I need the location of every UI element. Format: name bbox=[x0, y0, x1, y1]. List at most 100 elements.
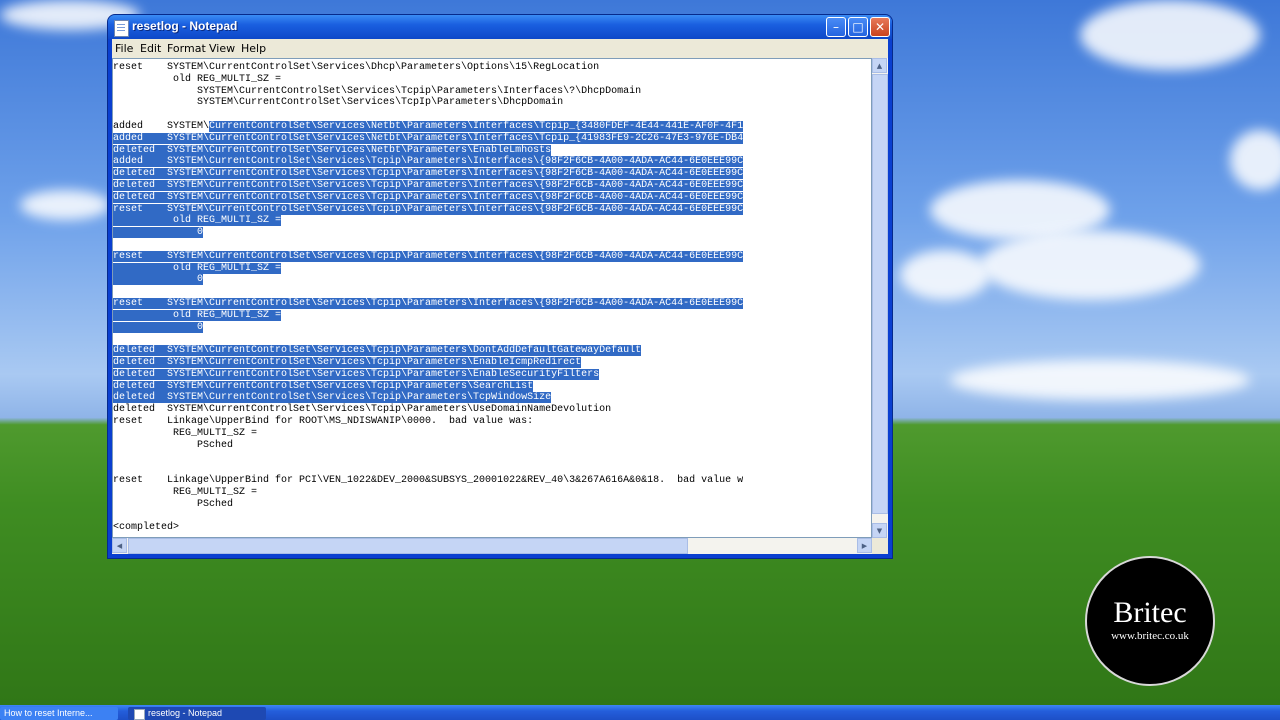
text-line: REG_MULTI_SZ = bbox=[113, 487, 257, 499]
text-line: old REG_MULTI_SZ = bbox=[113, 215, 282, 227]
minimize-button[interactable]: – bbox=[826, 17, 846, 37]
horizontal-scrollbar[interactable]: ◀ ▶ bbox=[112, 538, 872, 554]
logo-url: www.britec.co.uk bbox=[1111, 630, 1189, 642]
text-line-plain: added SYSTEM\ bbox=[113, 121, 210, 132]
text-line: deleted SYSTEM\CurrentControlSet\Service… bbox=[113, 392, 552, 404]
text-line: reset SYSTEM\CurrentControlSet\Services\… bbox=[113, 203, 744, 216]
desktop-cloud bbox=[1230, 130, 1280, 190]
desktop-cloud bbox=[1080, 0, 1260, 70]
vertical-scroll-thumb[interactable] bbox=[872, 74, 888, 514]
desktop-cloud bbox=[20, 190, 110, 220]
text-line-selected: deleted SYSTEM\CurrentControlSet\Service… bbox=[113, 180, 744, 191]
scroll-left-icon[interactable]: ◀ bbox=[112, 538, 127, 553]
text-line: 0 bbox=[113, 321, 204, 334]
text-line-plain: PSched bbox=[113, 439, 234, 451]
horizontal-scroll-thumb[interactable] bbox=[128, 538, 688, 554]
text-line: REG_MULTI_SZ = bbox=[113, 428, 257, 440]
text-line-selected: added SYSTEM\CurrentControlSet\Services\… bbox=[113, 156, 744, 168]
menu-file[interactable]: File bbox=[115, 42, 133, 55]
text-line-selected: reset SYSTEM\CurrentControlSet\Services\… bbox=[113, 250, 744, 262]
text-line-selected: old REG_MULTI_SZ = bbox=[113, 215, 282, 227]
notepad-window: resetlog - Notepad – □ ✕ File Edit Forma… bbox=[108, 15, 892, 558]
logo-name: Britec bbox=[1113, 596, 1187, 629]
text-line: deleted SYSTEM\CurrentControlSet\Service… bbox=[113, 404, 611, 416]
text-line-selected: deleted SYSTEM\CurrentControlSet\Service… bbox=[113, 380, 534, 392]
text-line: deleted SYSTEM\CurrentControlSet\Service… bbox=[113, 144, 552, 157]
text-line-selected: deleted SYSTEM\CurrentControlSet\Service… bbox=[113, 357, 582, 368]
text-line-selected: deleted SYSTEM\CurrentControlSet\Service… bbox=[113, 368, 600, 380]
text-line: old REG_MULTI_SZ = bbox=[113, 262, 282, 275]
text-line-plain: PSched bbox=[113, 498, 234, 510]
notepad-taskbar-icon bbox=[134, 709, 145, 720]
text-line: old REG_MULTI_SZ = bbox=[113, 74, 281, 86]
text-line-plain: old REG_MULTI_SZ = bbox=[113, 73, 282, 85]
text-line-plain: reset SYSTEM\CurrentControlSet\Services\… bbox=[113, 62, 600, 73]
menu-view[interactable]: View bbox=[209, 42, 235, 55]
notepad-icon bbox=[114, 20, 129, 37]
menu-bar: File Edit Format View Help bbox=[112, 39, 888, 58]
text-line: added SYSTEM\CurrentControlSet\Services\… bbox=[113, 132, 744, 145]
text-line-selected: 0 bbox=[113, 274, 204, 286]
text-line: 0 bbox=[113, 227, 204, 239]
text-line: old REG_MULTI_SZ = bbox=[113, 309, 282, 322]
text-line: 0 bbox=[113, 274, 204, 286]
text-line-selected: deleted SYSTEM\CurrentControlSet\Service… bbox=[113, 191, 744, 203]
scroll-down-icon[interactable]: ▼ bbox=[872, 523, 887, 538]
text-line-selected: deleted SYSTEM\CurrentControlSet\Service… bbox=[113, 392, 552, 404]
menu-format[interactable]: Format bbox=[167, 42, 206, 55]
text-line-selected: reset SYSTEM\CurrentControlSet\Services\… bbox=[113, 203, 744, 215]
text-area[interactable]: reset SYSTEM\CurrentControlSet\Services\… bbox=[112, 58, 872, 538]
text-line-plain: reset Linkage\UpperBind for ROOT\MS_NDIS… bbox=[113, 416, 534, 427]
desktop-cloud bbox=[980, 230, 1200, 300]
text-line-selected: CurrentControlSet\Services\Netbt\Paramet… bbox=[209, 121, 744, 132]
close-button[interactable]: ✕ bbox=[870, 17, 890, 37]
britec-logo: Britec www.britec.co.uk bbox=[1085, 556, 1215, 686]
text-line: reset SYSTEM\CurrentControlSet\Services\… bbox=[113, 250, 744, 263]
vertical-scrollbar[interactable]: ▲ ▼ bbox=[872, 58, 888, 538]
text-line: reset SYSTEM\CurrentControlSet\Services\… bbox=[113, 62, 599, 74]
text-line: <completed> bbox=[113, 522, 179, 534]
text-line: PSched bbox=[113, 440, 233, 452]
text-line-selected: old REG_MULTI_SZ = bbox=[113, 262, 282, 274]
taskbar: How to reset Interne... resetlog - Notep… bbox=[0, 705, 1280, 720]
desktop-cloud bbox=[950, 360, 1250, 400]
text-line: reset Linkage\UpperBind for PCI\VEN_1022… bbox=[113, 475, 743, 487]
text-line: added SYSTEM\CurrentControlSet\Services\… bbox=[113, 121, 744, 133]
text-line-selected: added SYSTEM\CurrentControlSet\Services\… bbox=[113, 132, 744, 144]
resize-grip-icon[interactable] bbox=[872, 538, 888, 554]
text-line: deleted SYSTEM\CurrentControlSet\Service… bbox=[113, 168, 744, 180]
menu-help[interactable]: Help bbox=[241, 42, 266, 55]
text-line: deleted SYSTEM\CurrentControlSet\Service… bbox=[113, 180, 744, 192]
text-line-plain: <completed> bbox=[113, 522, 180, 534]
title-bar[interactable]: resetlog - Notepad – □ ✕ bbox=[108, 15, 892, 39]
text-line-plain: SYSTEM\CurrentControlSet\Services\Tcpip\… bbox=[113, 85, 642, 97]
taskbar-item-notepad[interactable]: resetlog - Notepad bbox=[128, 707, 266, 720]
text-line: SYSTEM\CurrentControlSet\Services\Tcpip\… bbox=[113, 86, 641, 98]
scroll-up-icon[interactable]: ▲ bbox=[872, 58, 887, 73]
menu-edit[interactable]: Edit bbox=[140, 42, 161, 55]
text-line: added SYSTEM\CurrentControlSet\Services\… bbox=[113, 156, 744, 168]
edit-area-frame: reset SYSTEM\CurrentControlSet\Services\… bbox=[112, 58, 888, 554]
desktop-cloud bbox=[900, 250, 990, 300]
text-line-plain: deleted SYSTEM\CurrentControlSet\Service… bbox=[113, 404, 612, 416]
text-line-plain: REG_MULTI_SZ = bbox=[113, 486, 258, 498]
scroll-right-icon[interactable]: ▶ bbox=[857, 538, 872, 553]
text-line: reset SYSTEM\CurrentControlSet\Services\… bbox=[113, 298, 744, 310]
text-line-selected: old REG_MULTI_SZ = bbox=[113, 309, 282, 321]
text-line-selected: 0 bbox=[113, 321, 204, 333]
text-line: deleted SYSTEM\CurrentControlSet\Service… bbox=[113, 380, 534, 393]
text-line-plain: REG_MULTI_SZ = bbox=[113, 427, 258, 439]
text-line-plain: SYSTEM\CurrentControlSet\Services\TcpIp\… bbox=[113, 97, 564, 109]
text-line-selected: deleted SYSTEM\CurrentControlSet\Service… bbox=[113, 168, 744, 180]
text-line: deleted SYSTEM\CurrentControlSet\Service… bbox=[113, 357, 582, 369]
text-line: PSched bbox=[113, 499, 233, 511]
taskbar-item-browser[interactable]: How to reset Interne... bbox=[0, 707, 118, 720]
text-line-selected: reset SYSTEM\CurrentControlSet\Services\… bbox=[113, 298, 744, 309]
text-line-plain: reset Linkage\UpperBind for PCI\VEN_1022… bbox=[113, 475, 744, 486]
text-line: deleted SYSTEM\CurrentControlSet\Service… bbox=[113, 368, 600, 381]
text-line-selected: 0 bbox=[113, 227, 204, 239]
maximize-button[interactable]: □ bbox=[848, 17, 868, 37]
text-line-selected: deleted SYSTEM\CurrentControlSet\Service… bbox=[113, 144, 552, 156]
text-line: reset Linkage\UpperBind for ROOT\MS_NDIS… bbox=[113, 416, 533, 428]
window-title: resetlog - Notepad bbox=[132, 19, 238, 33]
